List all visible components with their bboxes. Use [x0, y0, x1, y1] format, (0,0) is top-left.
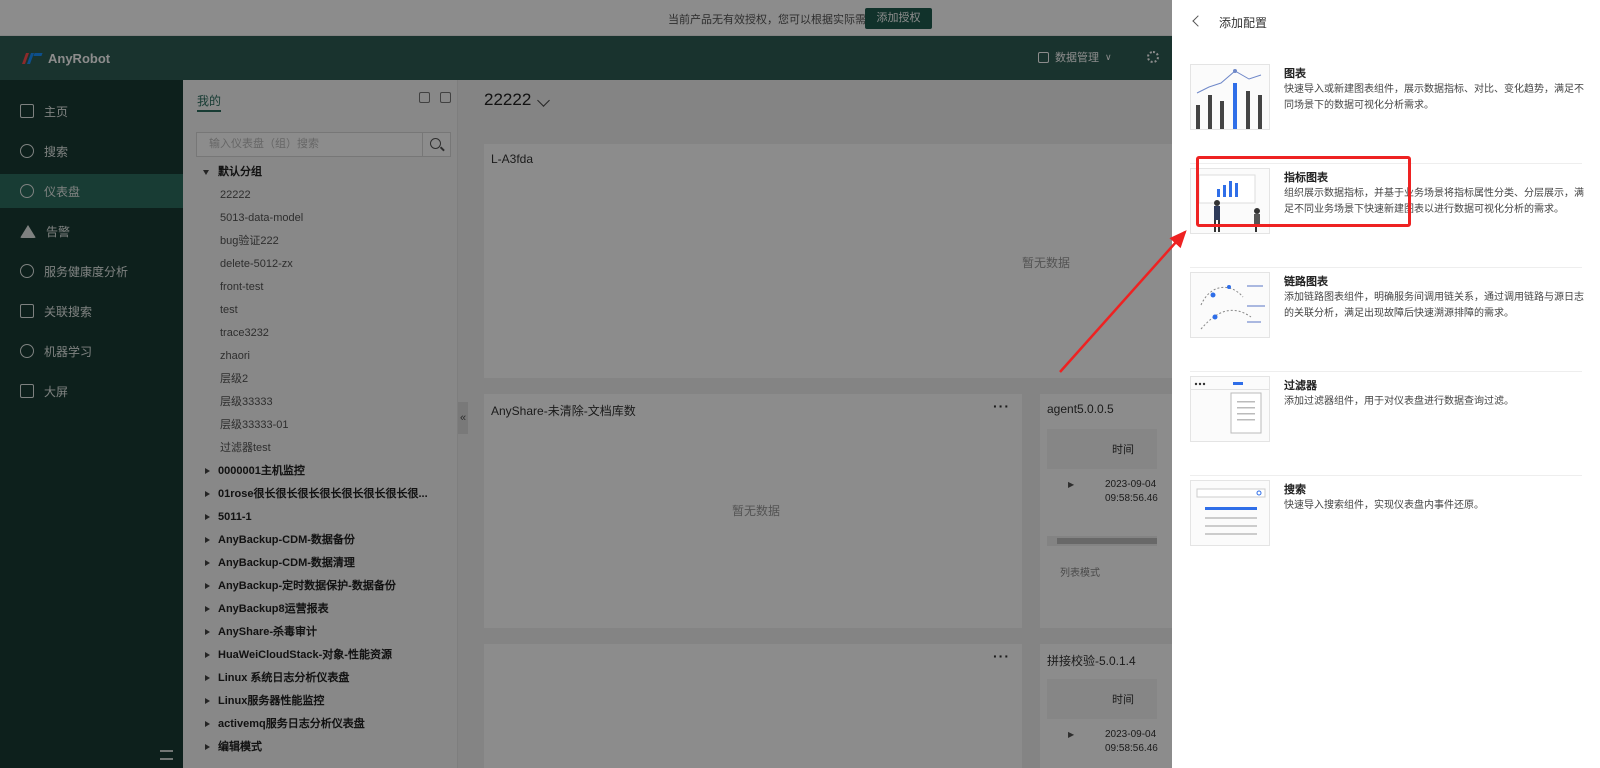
annotation-arrow	[1059, 230, 1187, 373]
